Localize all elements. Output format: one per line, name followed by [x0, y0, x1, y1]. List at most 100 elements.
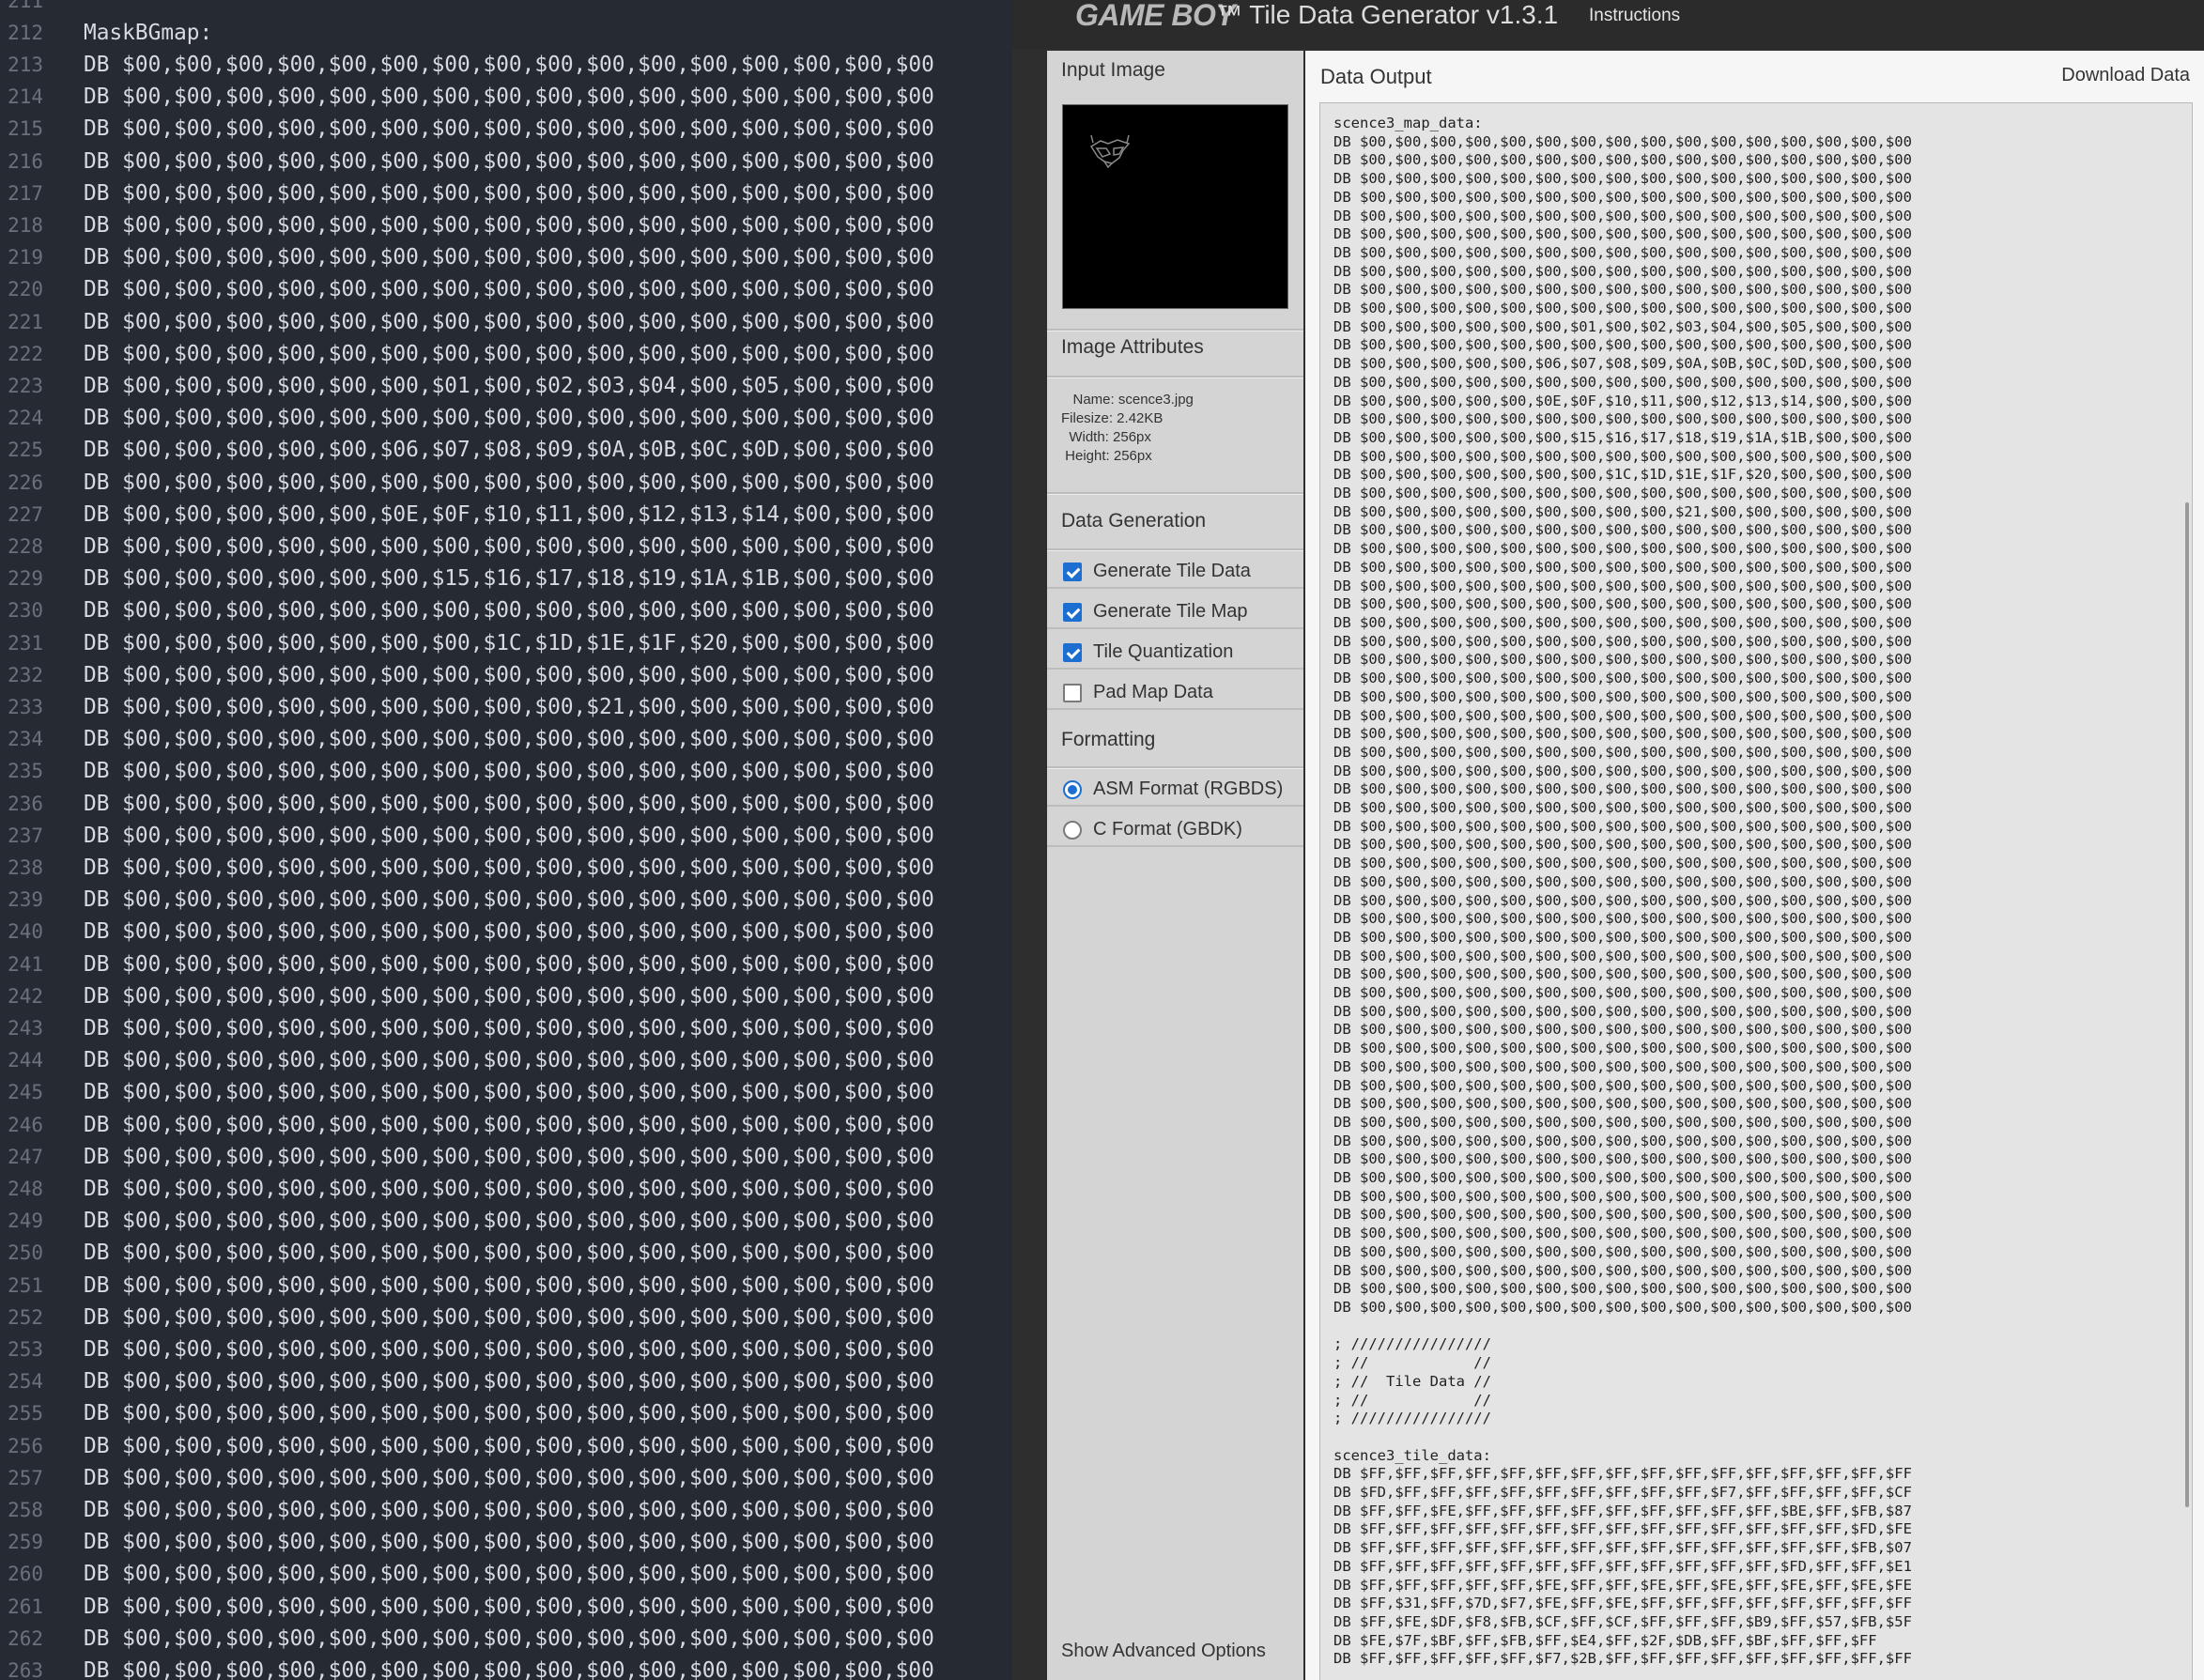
tile-quantization-checkbox[interactable] [1063, 643, 1082, 662]
asm-format-radio[interactable] [1063, 780, 1082, 799]
line-number: 236 [8, 792, 43, 815]
line-number: 254 [8, 1370, 43, 1394]
line-number: 213 [8, 53, 43, 76]
code-text: DB $00,$00,$00,$00,$00,$00,$00,$00,$00,$… [84, 406, 934, 431]
line-number: 215 [8, 117, 43, 141]
image-attributes: Name: scence3.jpg Filesize: 2.42KB Width… [1061, 391, 1194, 466]
output-scrollbar[interactable] [2185, 502, 2189, 1507]
option-generate-tile-data[interactable]: Generate Tile Data [1047, 551, 1303, 589]
data-output-panel: Data Output Download Data scence3_map_da… [1305, 51, 2204, 1680]
code-text: DB $00,$00,$00,$00,$00,$00,$00,$00,$00,$… [84, 1594, 934, 1619]
code-text: DB $00,$00,$00,$00,$00,$00,$00,$00,$00,$… [84, 855, 934, 880]
code-text: DB $00,$00,$00,$00,$00,$00,$00,$00,$00,$… [84, 212, 934, 238]
code-text: DB $00,$00,$00,$00,$00,$00,$00,$00,$00,$… [84, 470, 934, 495]
code-text: DB $00,$00,$00,$00,$00,$00,$00,$00,$00,$… [84, 309, 934, 334]
code-line: 220 DB $00,$00,$00,$00,$00,$00,$00,$00,$0… [0, 273, 1012, 305]
code-line: 246 DB $00,$00,$00,$00,$00,$00,$00,$00,$0… [0, 1109, 1012, 1141]
code-line: 262 DB $00,$00,$00,$00,$00,$00,$00,$00,$0… [0, 1623, 1012, 1655]
line-number: 256 [8, 1434, 43, 1457]
attr-height: Height: 256px [1061, 448, 1152, 464]
format-c-gbdk[interactable]: C Format (GBDK) [1047, 809, 1303, 847]
generate-tile-map-checkbox[interactable] [1063, 603, 1082, 622]
code-text: DB $00,$00,$00,$00,$00,$00,$00,$00,$00,$… [84, 759, 934, 784]
option-tile-quantization[interactable]: Tile Quantization [1047, 632, 1303, 670]
download-data-link[interactable]: Download Data [2061, 65, 2190, 86]
c-format-radio[interactable] [1063, 821, 1082, 840]
line-number: 218 [8, 213, 43, 237]
code-text: DB $00,$00,$00,$00,$00,$00,$00,$00,$00,$… [84, 1209, 934, 1234]
pad-map-data-checkbox[interactable] [1063, 684, 1082, 702]
line-number: 252 [8, 1305, 43, 1329]
code-line: 215 DB $00,$00,$00,$00,$00,$00,$00,$00,$0… [0, 113, 1012, 145]
input-image-preview[interactable] [1062, 104, 1288, 309]
code-text: DB $00,$00,$00,$00,$00,$00,$00,$00,$00,$… [84, 951, 934, 977]
line-number: 212 [8, 21, 43, 44]
line-number: 222 [8, 342, 43, 365]
line-number: 233 [8, 695, 43, 718]
line-number: 229 [8, 567, 43, 591]
option-pad-map-data[interactable]: Pad Map Data [1047, 672, 1303, 710]
code-text: DB $00,$00,$00,$00,$00,$00,$00,$00,$00,$… [84, 662, 934, 687]
line-number: 214 [8, 85, 43, 109]
code-editor[interactable]: 211 212 MaskBGmap: 213 DB $00,$00,$00,$00,$0… [0, 0, 1012, 1680]
code-line: 222 DB $00,$00,$00,$00,$00,$00,$00,$00,$0… [0, 338, 1012, 370]
code-line: 259 DB $00,$00,$00,$00,$00,$00,$00,$00,$0… [0, 1526, 1012, 1558]
code-text: DB $00,$00,$00,$00,$00,$00,$00,$00,$00,$… [84, 1562, 934, 1587]
line-number: 237 [8, 824, 43, 847]
code-text: DB $00,$00,$00,$00,$00,$00,$00,$00,$00,$… [84, 1626, 934, 1651]
formatting-heading: Formatting [1061, 729, 1156, 750]
code-line: 233 DB $00,$00,$00,$00,$00,$00,$00,$00,$0… [0, 691, 1012, 723]
line-number: 232 [8, 663, 43, 686]
code-line: 221 DB $00,$00,$00,$00,$00,$00,$00,$00,$0… [0, 306, 1012, 338]
code-line: 256 DB $00,$00,$00,$00,$00,$00,$00,$00,$0… [0, 1430, 1012, 1462]
format-asm-rgbds[interactable]: ASM Format (RGBDS) [1047, 769, 1303, 807]
code-text: DB $00,$00,$00,$00,$00,$00,$00,$00,$00,$… [84, 791, 934, 816]
image-attributes-heading: Image Attributes [1061, 336, 1204, 358]
code-text: DB $00,$00,$00,$00,$00,$00,$00,$00,$00,$… [84, 1015, 934, 1040]
line-number: 220 [8, 278, 43, 301]
code-text: DB $00,$00,$00,$00,$00,$00,$00,$00,$00,$… [84, 277, 934, 302]
code-text: DB $00,$00,$00,$00,$00,$00,$00,$00,$00,$… [84, 919, 934, 945]
code-line: 218 DB $00,$00,$00,$00,$00,$00,$00,$00,$0… [0, 209, 1012, 241]
line-number: 243 [8, 1016, 43, 1040]
attr-name: Name: scence3.jpg [1061, 392, 1194, 408]
line-number: 253 [8, 1337, 43, 1361]
line-number: 228 [8, 534, 43, 558]
code-line: 237 DB $00,$00,$00,$00,$00,$00,$00,$00,$0… [0, 820, 1012, 852]
code-line: 224 DB $00,$00,$00,$00,$00,$00,$00,$00,$0… [0, 402, 1012, 434]
data-output-textarea[interactable]: scence3_map_data: DB $00,$00,$00,$00,$00… [1319, 102, 2193, 1680]
data-output-text: scence3_map_data: DB $00,$00,$00,$00,$00… [1333, 115, 1912, 1668]
code-text: DB $00,$00,$00,$00,$00,$00,$00,$00,$00,$… [84, 148, 934, 174]
code-text: DB $00,$00,$00,$00,$00,$00,$00,$00,$00,$… [84, 1657, 934, 1680]
code-line: 249 DB $00,$00,$00,$00,$00,$00,$00,$00,$0… [0, 1205, 1012, 1237]
line-number: 250 [8, 1241, 43, 1265]
line-number: 260 [8, 1563, 43, 1586]
generate-tile-data-checkbox[interactable] [1063, 563, 1082, 581]
line-number: 242 [8, 984, 43, 1008]
instructions-link[interactable]: Instructions [1589, 6, 1680, 26]
tile-quantization-label: Tile Quantization [1093, 641, 1234, 662]
code-text: DB $00,$00,$00,$00,$00,$00,$00,$00,$00,$… [84, 1497, 934, 1522]
line-number: 245 [8, 1081, 43, 1104]
option-generate-tile-map[interactable]: Generate Tile Map [1047, 592, 1303, 629]
line-number: 262 [8, 1626, 43, 1650]
code-line: 239 DB $00,$00,$00,$00,$00,$00,$00,$00,$0… [0, 884, 1012, 916]
code-line: 253 DB $00,$00,$00,$00,$00,$00,$00,$00,$0… [0, 1333, 1012, 1365]
code-text: DB $00,$00,$00,$00,$00,$00,$00,$00,$00,$… [84, 983, 934, 1009]
show-advanced-options-link[interactable]: Show Advanced Options [1061, 1641, 1266, 1662]
code-line: 234 DB $00,$00,$00,$00,$00,$00,$00,$00,$0… [0, 723, 1012, 755]
line-number: 259 [8, 1531, 43, 1554]
code-text: DB $00,$00,$00,$00,$00,$00,$00,$00,$00,$… [84, 1465, 934, 1490]
code-line: 213 DB $00,$00,$00,$00,$00,$00,$00,$00,$0… [0, 49, 1012, 81]
code-line: 258 DB $00,$00,$00,$00,$00,$00,$00,$00,$0… [0, 1494, 1012, 1526]
code-text: DB $00,$00,$00,$00,$00,$00,$00,$00,$00,$… [84, 533, 934, 559]
code-text: DB $00,$00,$00,$00,$00,$00,$00,$00,$00,$… [84, 116, 934, 142]
code-line: 250 DB $00,$00,$00,$00,$00,$00,$00,$00,$0… [0, 1237, 1012, 1269]
code-text: DB $00,$00,$00,$00,$00,$00,$00,$00,$00,$… [84, 823, 934, 848]
code-line: 232 DB $00,$00,$00,$00,$00,$00,$00,$00,$0… [0, 659, 1012, 691]
line-number: 226 [8, 470, 43, 494]
line-number: 230 [8, 599, 43, 623]
line-number: 244 [8, 1049, 43, 1072]
code-text: DB $00,$00,$00,$00,$00,$00,$00,$00,$00,$… [84, 341, 934, 366]
options-sidebar: Input Image Image Attributes Name: scenc… [1047, 51, 1303, 1680]
